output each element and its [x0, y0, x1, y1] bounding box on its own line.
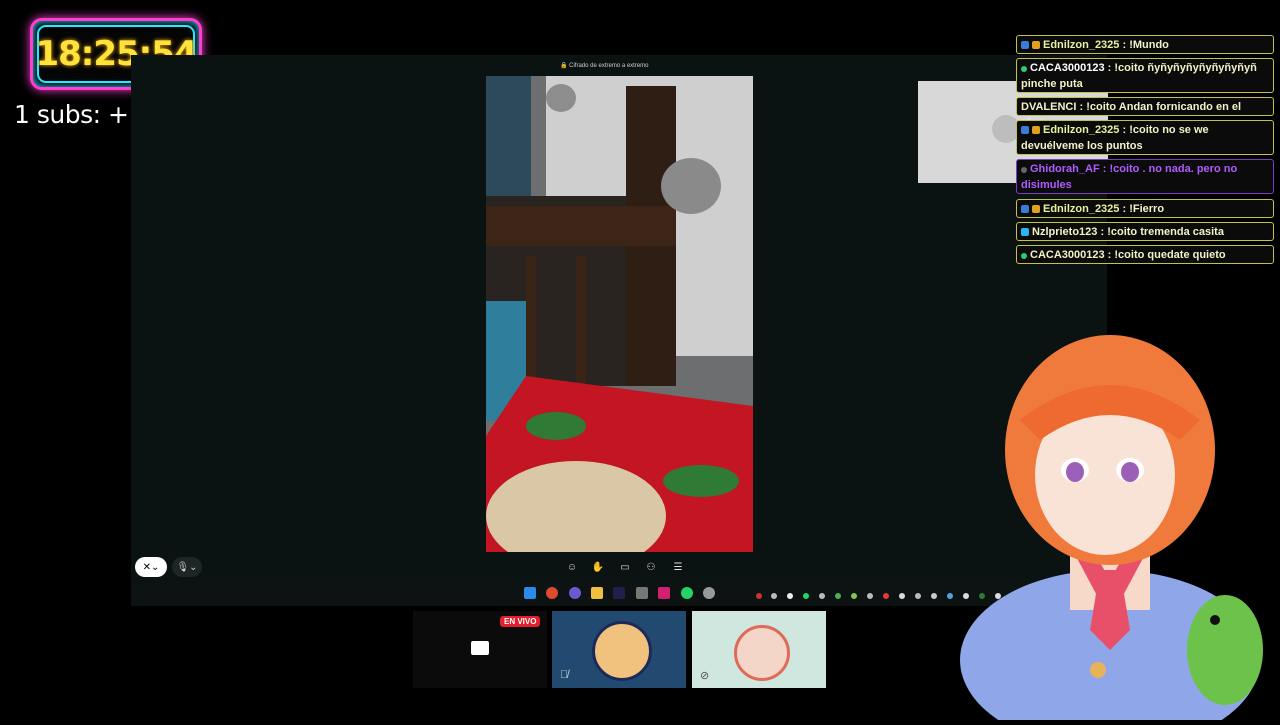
camera-off-icon: ✕⌄: [142, 561, 160, 573]
remote-video: [486, 76, 753, 552]
discord-icon[interactable]: [569, 587, 581, 599]
chat-message: Ednilzon_2325 : !Mundo: [1016, 35, 1274, 54]
screen-share-icon: ▭: [620, 561, 630, 573]
participant-tile-hero[interactable]: 🎙̸: [552, 611, 686, 688]
whatsapp-icon[interactable]: [681, 587, 693, 599]
badge-icon: [1032, 41, 1040, 49]
more-options-icon: ☰: [673, 561, 683, 573]
chat-separator: :: [1099, 163, 1110, 175]
add-person-button[interactable]: ⚇: [644, 560, 658, 574]
badge-icon: [1021, 253, 1027, 259]
folder-icon[interactable]: [591, 587, 603, 599]
chat-text: !Mundo: [1129, 39, 1169, 51]
chat-message: Ednilzon_2325 : !coito no se we devuélve…: [1016, 120, 1274, 155]
raise-hand-button[interactable]: ✋: [591, 560, 605, 574]
microphone-icon: 🎙⌄: [176, 561, 198, 573]
camera-toggle-button[interactable]: ✕⌄: [135, 557, 167, 577]
add-person-icon: ⚇: [646, 561, 656, 573]
chat-username: CACA3000123: [1030, 62, 1105, 74]
badge-icon: [1021, 205, 1029, 213]
chat-text: !coito tremenda casita: [1107, 226, 1224, 238]
chat-message: Nzlprieto123 : !coito tremenda casita: [1016, 222, 1274, 241]
participant-avatar: [592, 621, 652, 681]
video-frame-illustration: [486, 76, 753, 552]
after-effects-icon[interactable]: [613, 587, 625, 599]
chat-separator: :: [1076, 101, 1087, 113]
participant-tile-girl[interactable]: ⊘: [692, 611, 826, 688]
badge-icon: [1032, 126, 1040, 134]
emoji-icon: ☺: [566, 561, 578, 573]
screen-icon: [471, 641, 489, 655]
vtuber-avatar: [960, 330, 1280, 725]
badge-icon: [1021, 126, 1029, 134]
chat-message: Ghidorah_AF : !coito . no nada. pero no …: [1016, 159, 1274, 194]
chat-username: Ednilzon_2325: [1043, 203, 1120, 215]
vtuber-illustration: [960, 335, 1263, 725]
start-icon[interactable]: [524, 587, 536, 599]
emoji-button[interactable]: ☺: [565, 560, 579, 574]
app-icon[interactable]: [658, 587, 670, 599]
chat-username: Ghidorah_AF: [1030, 163, 1100, 175]
live-badge: EN VIVO: [500, 616, 541, 627]
badge-icon: [1032, 205, 1040, 213]
chat-username: Nzlprieto123: [1032, 226, 1098, 238]
chat-message: CACA3000123 : !coito ñyñyñyñyñyñyñyñyñ p…: [1016, 58, 1274, 93]
more-options-button[interactable]: ☰: [671, 560, 685, 574]
chat-username: CACA3000123: [1030, 249, 1105, 261]
brave-icon[interactable]: [546, 587, 558, 599]
chat-separator: :: [1104, 249, 1115, 261]
screen-share-button[interactable]: ▭: [618, 560, 632, 574]
chat-message: Ednilzon_2325 : !Fierro: [1016, 199, 1274, 218]
mic-muted-icon: 🎙̸: [560, 669, 569, 681]
camera-muted-icon: ⊘: [700, 670, 710, 682]
raise-hand-icon: ✋: [591, 561, 605, 573]
chat-username: Ednilzon_2325: [1043, 124, 1120, 136]
badge-icon: [1021, 167, 1027, 173]
chat-separator: :: [1097, 226, 1108, 238]
chat-separator: :: [1119, 203, 1130, 215]
encryption-label: 🔒 Cifrado de extremo a extremo: [560, 63, 649, 69]
participant-avatar: [734, 625, 790, 681]
chat-username: Ednilzon_2325: [1043, 39, 1120, 51]
badge-icon: [1021, 66, 1027, 72]
chat-message: CACA3000123 : !coito quedate quieto: [1016, 245, 1274, 264]
chat-text: !coito quedate quieto: [1114, 249, 1226, 261]
chat-text: !Fierro: [1129, 203, 1165, 215]
settings-icon[interactable]: [636, 587, 648, 599]
chat-separator: :: [1119, 124, 1130, 136]
badge-icon: [1021, 41, 1029, 49]
obs-icon[interactable]: [703, 587, 715, 599]
badge-icon: [1021, 228, 1029, 236]
chat-username: DVALENCI: [1021, 101, 1077, 113]
microphone-toggle-button[interactable]: 🎙⌄: [172, 557, 202, 577]
chat-message: DVALENCI : !coito Andan fornicando en el…: [1016, 97, 1274, 129]
chat-separator: :: [1119, 39, 1130, 51]
chat-separator: :: [1104, 62, 1115, 74]
